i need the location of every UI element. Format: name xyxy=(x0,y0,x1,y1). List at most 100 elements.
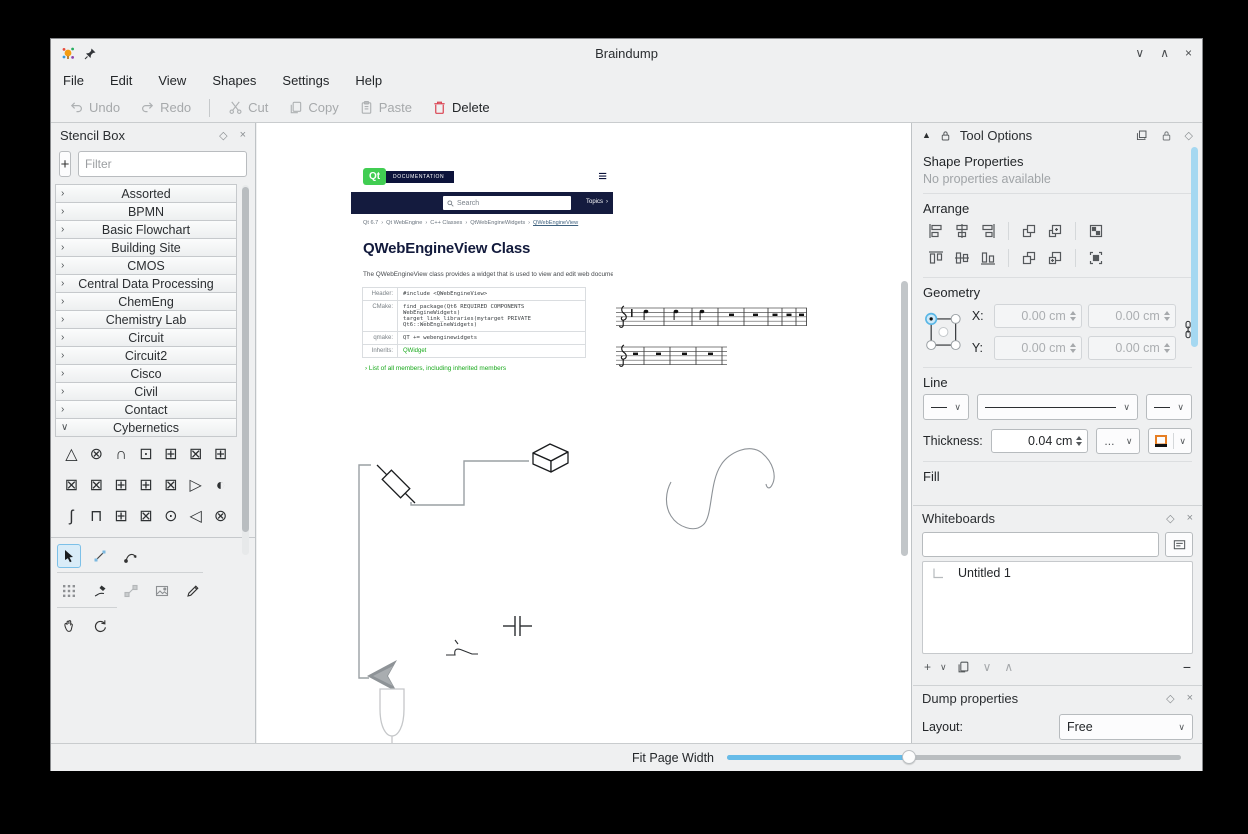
pencil-tool[interactable] xyxy=(181,579,205,603)
line-pattern-combo[interactable]: ...∨ xyxy=(1096,428,1140,454)
stencil-shape-icon[interactable]: △ xyxy=(59,447,84,463)
stencil-shape-icon[interactable]: ⊞ xyxy=(109,509,134,525)
tool-options-scrollbar[interactable] xyxy=(1191,147,1198,347)
delete-button[interactable]: Delete xyxy=(424,97,498,118)
redo-button[interactable]: Redo xyxy=(132,97,199,118)
group-shapes-button[interactable] xyxy=(1083,219,1109,243)
stencil-shape-icon[interactable]: ◁ xyxy=(183,509,208,525)
grid-tool[interactable] xyxy=(57,579,81,603)
zoom-tool[interactable] xyxy=(88,614,112,638)
close-panel-icon[interactable]: × xyxy=(240,129,246,141)
lock-icon[interactable] xyxy=(1160,129,1173,142)
send-to-back-button[interactable] xyxy=(1042,246,1068,270)
thickness-spinbox[interactable]: 0.04 cm xyxy=(991,429,1089,453)
float-panel-icon[interactable]: ◇ xyxy=(1185,129,1193,142)
stencil-shape-icon[interactable]: ⊠ xyxy=(183,447,208,463)
lower-shape-button[interactable] xyxy=(1016,246,1042,270)
whiteboard-canvas[interactable]: Qt DOCUMENTATION ≡ Search Topics› Qt 6.7… xyxy=(257,123,912,743)
stencil-shape-icon[interactable]: ⊞ xyxy=(158,447,183,463)
y-position-spinbox[interactable]: 0.00 cm xyxy=(994,336,1082,360)
duplicate-whiteboard-icon[interactable] xyxy=(956,660,970,674)
category-circuit2[interactable]: ›Circuit2 xyxy=(55,346,237,365)
align-center-h-button[interactable] xyxy=(949,219,975,243)
cut-button[interactable]: Cut xyxy=(220,97,276,118)
path-edit-tool[interactable] xyxy=(119,544,143,568)
stencil-shape-icon[interactable]: ⊠ xyxy=(134,509,159,525)
line-style-combo[interactable]: ∨ xyxy=(977,394,1138,420)
stencil-shape-icon[interactable]: ⊙ xyxy=(158,509,183,525)
menu-shapes[interactable]: Shapes xyxy=(212,73,256,88)
bring-to-front-button[interactable] xyxy=(1042,219,1068,243)
stencil-shape-icon[interactable]: ⊞ xyxy=(134,478,159,494)
float-panel-icon[interactable]: ◇ xyxy=(1166,512,1174,525)
bracket-connector[interactable] xyxy=(359,465,371,678)
move-down-button[interactable]: ∨ xyxy=(983,660,992,674)
add-whiteboard-button[interactable]: + xyxy=(924,660,931,674)
pan-tool[interactable] xyxy=(57,614,81,638)
menu-file[interactable]: File xyxy=(63,73,84,88)
stencil-scrollbar[interactable] xyxy=(242,185,249,555)
stencil-shape-icon[interactable]: ⊡ xyxy=(134,447,159,463)
stencil-shape-icon[interactable]: ʃ xyxy=(59,509,84,525)
cap-style-button[interactable]: ∨ xyxy=(1148,428,1192,454)
arrow-shape[interactable] xyxy=(367,660,397,692)
category-contact[interactable]: ›Contact xyxy=(55,400,237,419)
stencil-shape-icon[interactable]: ⊠ xyxy=(59,478,84,494)
stencil-shape-icon[interactable]: ⊠ xyxy=(84,478,109,494)
zoom-mode-label[interactable]: Fit Page Width xyxy=(599,751,714,765)
anchor-point-selector[interactable] xyxy=(923,305,964,359)
menu-edit[interactable]: Edit xyxy=(110,73,132,88)
category-central-data-processing[interactable]: ›Central Data Processing xyxy=(55,274,237,293)
add-stencil-button[interactable]: + xyxy=(59,151,71,177)
stencil-shape-icon[interactable]: ∩ xyxy=(109,447,134,463)
menu-view[interactable]: View xyxy=(158,73,186,88)
category-basic-flowchart[interactable]: ›Basic Flowchart xyxy=(55,220,237,239)
align-left-button[interactable] xyxy=(923,219,949,243)
layout-combo[interactable]: Free∨ xyxy=(1059,714,1193,740)
rename-whiteboard-button[interactable] xyxy=(1165,532,1193,557)
category-building-site[interactable]: ›Building Site xyxy=(55,238,237,257)
zoom-slider-handle[interactable] xyxy=(902,750,916,764)
x-position-spinbox[interactable]: 0.00 cm xyxy=(994,304,1082,328)
width-spinbox[interactable]: 0.00 cm xyxy=(1088,304,1176,328)
stencil-shape-icon[interactable]: ▷ xyxy=(183,478,208,494)
category-bpmn[interactable]: ›BPMN xyxy=(55,202,237,221)
connection-tool[interactable] xyxy=(119,579,143,603)
close-panel-icon[interactable]: × xyxy=(1187,692,1193,704)
paste-button[interactable]: Paste xyxy=(351,97,420,118)
float-panel-icon[interactable]: ◇ xyxy=(219,129,227,142)
detach-icon[interactable] xyxy=(1135,129,1148,142)
canvas-scrollbar[interactable] xyxy=(901,281,908,556)
category-cmos[interactable]: ›CMOS xyxy=(55,256,237,275)
image-tool[interactable] xyxy=(150,579,174,603)
align-right-button[interactable] xyxy=(975,219,1001,243)
line-end-marker-combo[interactable]: ∨ xyxy=(1146,394,1192,420)
maximize-button[interactable]: ∧ xyxy=(1160,47,1169,59)
close-button[interactable]: × xyxy=(1185,47,1192,59)
select-tool[interactable] xyxy=(57,544,81,568)
category-cybernetics[interactable]: ∨Cybernetics xyxy=(55,418,237,437)
resistor-shape[interactable] xyxy=(377,465,415,503)
align-middle-button[interactable] xyxy=(949,246,975,270)
height-spinbox[interactable]: 0.00 cm xyxy=(1088,336,1176,360)
switch-shape[interactable] xyxy=(446,640,478,655)
category-cisco[interactable]: ›Cisco xyxy=(55,364,237,383)
wire-connector[interactable] xyxy=(411,461,529,505)
float-panel-icon[interactable]: ◇ xyxy=(1166,692,1174,705)
raise-shape-button[interactable] xyxy=(1016,219,1042,243)
category-assorted[interactable]: ›Assorted xyxy=(55,184,237,203)
stencil-shape-icon[interactable]: ⊞ xyxy=(109,478,134,494)
collapse-icon[interactable]: ▲ xyxy=(922,130,931,140)
ungroup-shapes-button[interactable] xyxy=(1083,246,1109,270)
bullet-shape[interactable] xyxy=(380,689,404,743)
cuboid-shape[interactable] xyxy=(533,444,568,472)
stencil-shape-icon[interactable]: ⊗ xyxy=(208,509,233,525)
menu-help[interactable]: Help xyxy=(355,73,382,88)
whiteboard-name-input[interactable] xyxy=(922,532,1159,557)
titlebar[interactable]: Braindump ∨ ∧ × xyxy=(51,39,1202,67)
close-panel-icon[interactable]: × xyxy=(1187,512,1193,524)
line-tool[interactable] xyxy=(88,544,112,568)
lock-icon[interactable] xyxy=(939,129,952,142)
category-circuit[interactable]: ›Circuit xyxy=(55,328,237,347)
remove-whiteboard-button[interactable]: − xyxy=(1183,659,1191,675)
